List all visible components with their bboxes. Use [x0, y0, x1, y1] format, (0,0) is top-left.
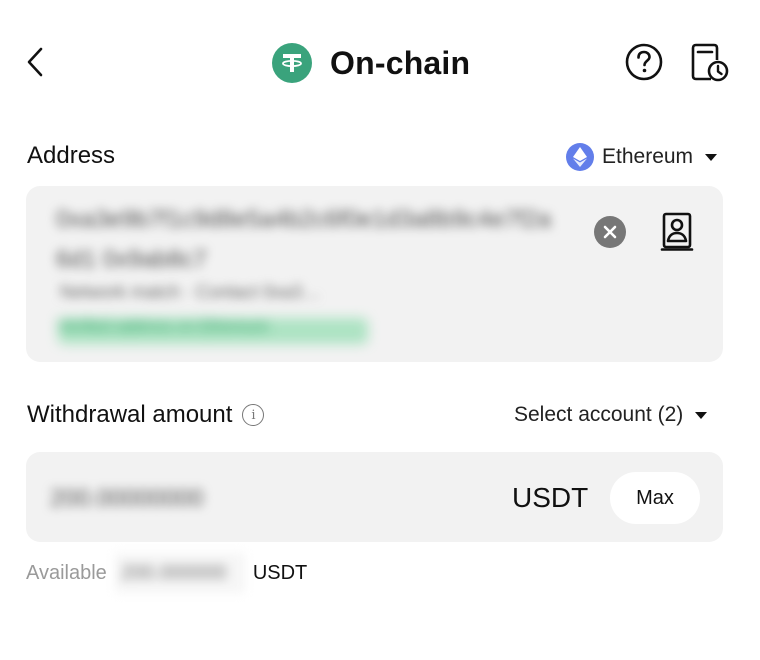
ethereum-icon: [566, 143, 594, 171]
amount-input[interactable]: [48, 480, 252, 518]
currency-label: USDT: [512, 482, 589, 513]
page-title: On-chain: [330, 44, 471, 81]
tether-logo-icon: [272, 43, 312, 83]
max-button[interactable]: Max: [610, 472, 700, 524]
available-label: Available: [26, 561, 107, 584]
withdrawal-amount-header: Withdrawal amount i: [27, 400, 265, 430]
account-selector[interactable]: Select account (2): [514, 400, 708, 430]
caret-down-icon: [705, 153, 718, 161]
help-circle-icon: [625, 43, 663, 81]
account-selector-label: Select account (2): [514, 403, 684, 426]
page-header: On-chain: [272, 40, 470, 86]
caret-down-icon: [695, 411, 708, 419]
address-book-icon: [660, 212, 694, 251]
help-button[interactable]: [624, 42, 664, 82]
network-name: Ethereum: [602, 145, 694, 168]
history-clock-icon: [691, 43, 729, 82]
address-status-text: Verified address on Ethereum: [58, 318, 368, 344]
back-button[interactable]: [18, 40, 52, 84]
chevron-left-icon: [27, 47, 43, 77]
info-icon[interactable]: i: [242, 404, 265, 426]
available-value: 200.000000: [114, 553, 245, 593]
address-input-value[interactable]: 0xa3e9b7f1c9d8e5a4b2c6f0e1d3a8b9c4e7f2a6…: [56, 200, 556, 280]
history-button[interactable]: [688, 42, 730, 84]
address-book-button[interactable]: [660, 211, 696, 253]
available-balance: Available 200.000000 USDT: [26, 553, 308, 593]
address-meta-text: Network match · Contact 0xa3…: [60, 282, 321, 302]
network-selector[interactable]: Ethereum: [566, 142, 718, 172]
clear-circle-icon: [603, 225, 617, 239]
address-label: Address: [27, 142, 116, 169]
withdrawal-amount-label: Withdrawal amount: [27, 401, 233, 428]
clear-address-button[interactable]: [594, 216, 626, 248]
available-currency: USDT: [252, 561, 308, 584]
